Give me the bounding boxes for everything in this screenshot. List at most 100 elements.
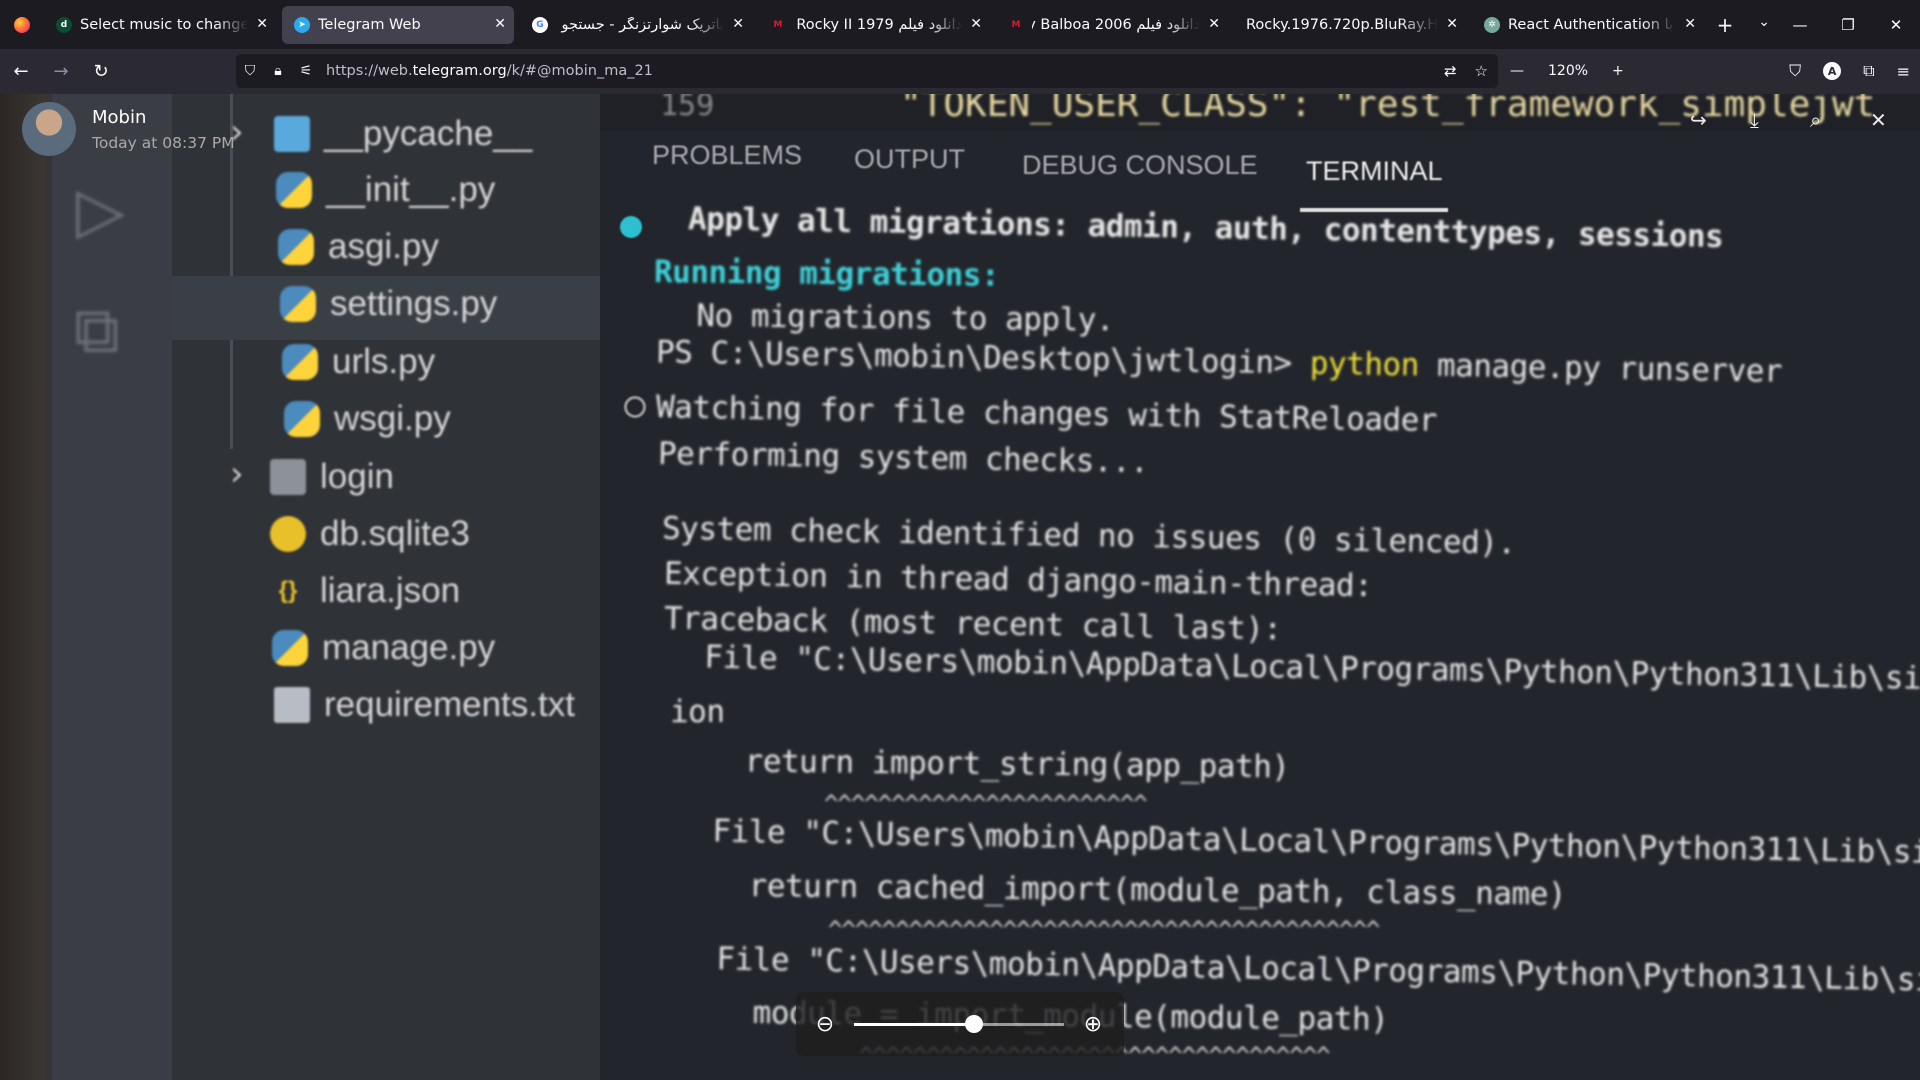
message-time: Today at 08:37 PM [92, 133, 235, 152]
line-number: 159 [660, 94, 715, 123]
json-file-icon: {} [278, 577, 298, 604]
terminal-args: manage.py runserver [1418, 347, 1783, 390]
tab-title: پاتریک شوارتزنگر - جستجو [561, 16, 724, 33]
lock-icon[interactable]: 🔒︎ [264, 63, 292, 79]
tab-google-search[interactable]: G پاتریک شوارتزنگر - جستجو ✕ [520, 6, 752, 44]
tab-rocky-1976[interactable]: Rocky.1976.720p.BluRay.Har ✕ [1234, 6, 1466, 44]
zoom-in-icon[interactable]: ⊕ [1064, 1012, 1122, 1037]
app-menu-icon[interactable]: ≡ [1897, 62, 1910, 81]
tab-react-auth[interactable]: ✲ React Authentication با JWT ✕ [1472, 6, 1704, 44]
database-icon [270, 516, 306, 552]
telegram-icon: ➤ [294, 16, 310, 33]
tab-telegram-web[interactable]: ➤ Telegram Web ✕ [282, 5, 514, 44]
url-text[interactable]: https://web.telegram.org/k/#@mobin_ma_21 [326, 63, 653, 79]
run-debug-icon: ▷ [76, 174, 126, 248]
extensions-icon[interactable]: ⧉ [1863, 61, 1874, 81]
pocket-icon[interactable]: ⛉ [1789, 61, 1801, 81]
editor-code-line: 159 "TOKEN_USER_CLASS": "rest_framework_… [600, 94, 1920, 130]
close-tab-icon[interactable]: ✕ [732, 16, 744, 32]
address-bar[interactable]: ⛉ 🔒︎ ⚟ https://web.telegram.org/k/#@mobi… [236, 54, 1498, 88]
zoom-controls: — 120% + [1510, 54, 1624, 88]
site-icon: M [773, 19, 783, 30]
site-icon: M [1011, 19, 1021, 30]
tab-title: Rocky.1976.720p.BluRay.Har [1246, 16, 1438, 33]
close-tab-icon[interactable]: ✕ [970, 16, 982, 32]
explorer-item: db.sqlite3 [270, 514, 470, 554]
extensions-blocks-icon: ⧉ [74, 294, 120, 368]
avatar[interactable] [22, 102, 76, 156]
url-path: /k/#@mobin_ma_21 [506, 63, 653, 79]
permissions-icon[interactable]: ⚟ [292, 63, 320, 79]
command-running-marker [624, 396, 646, 418]
explorer-item: {} liara.json [270, 571, 460, 611]
sender-info[interactable]: Mobin Today at 08:37 PM [22, 102, 235, 156]
tab-title: Telegram Web [318, 16, 421, 33]
account-icon[interactable]: A [1823, 62, 1842, 80]
django-icon: d [56, 16, 72, 33]
tab-title: دانلود فیلم Rocky II 1979 [796, 16, 962, 33]
firefox-menu-icon[interactable] [0, 0, 44, 49]
back-icon[interactable]: ← [2, 56, 40, 88]
explorer-item-label: wsgi.py [334, 399, 451, 438]
navigation-toolbar: ← → ↻ ⛉ 🔒︎ ⚟ https://web.telegram.org/k/… [0, 49, 1920, 94]
zoom-slider-handle[interactable] [964, 1014, 983, 1033]
translate-icon[interactable]: ⇄ [1444, 62, 1457, 80]
zoom-in-button[interactable]: + [1612, 63, 1624, 79]
terminal-line: ^^^^^^^^^^^^^^^^^^^^^^^^^^^^^^^^^^^^^^^^… [680, 916, 1380, 944]
tab-output: OUTPUT [854, 144, 965, 174]
explorer-item: login [270, 457, 394, 497]
tracking-protection-icon[interactable]: ⛉ [236, 63, 264, 79]
zoom-out-button[interactable]: — [1510, 63, 1524, 79]
tab-django-admin[interactable]: d Select music to change | Djan ✕ [44, 6, 276, 44]
sender-name: Mobin [92, 106, 147, 128]
close-tab-icon[interactable]: ✕ [494, 16, 506, 32]
terminal-line: No migrations to apply. [659, 297, 1115, 339]
explorer-item-label: asgi.py [328, 227, 439, 266]
minimize-icon[interactable]: — [1776, 16, 1824, 34]
close-viewer-icon[interactable]: ✕ [1870, 108, 1887, 132]
close-tab-icon[interactable]: ✕ [1684, 16, 1696, 32]
tab-title: React Authentication با JWT [1508, 16, 1676, 33]
tab-rocky-balboa[interactable]: M دانلود فیلم Rocky Balboa 2006 ✕ [996, 6, 1228, 44]
explorer-item-label: urls.py [332, 342, 436, 381]
restore-icon[interactable]: ❐ [1824, 16, 1872, 34]
folder-icon [274, 116, 310, 152]
explorer-item: __pycache__ [274, 114, 532, 154]
tab-title: دانلود فیلم Rocky Balboa 2006 [1032, 16, 1200, 33]
list-all-tabs-icon[interactable]: ⌄ [1758, 14, 1770, 30]
forward-icon[interactable]: → [42, 56, 80, 88]
close-tab-icon[interactable]: ✕ [1208, 16, 1220, 32]
zoom-reset-button[interactable]: 120% [1540, 59, 1596, 83]
text-file-icon [274, 687, 310, 723]
explorer-item-label: __pycache__ [324, 114, 533, 153]
terminal-line: ion [670, 694, 725, 730]
tab-title: Select music to change | Djan [80, 16, 248, 33]
command-success-marker [620, 216, 642, 238]
explorer-item: urls.py [282, 342, 435, 382]
zoom-icon[interactable]: ⌕ [1810, 108, 1821, 132]
python-file-icon [278, 229, 314, 265]
forward-icon[interactable]: ↪ [1690, 108, 1707, 132]
python-file-icon [272, 630, 308, 666]
explorer-item: manage.py [272, 628, 495, 668]
explorer-item: settings.py [280, 284, 497, 324]
download-icon[interactable]: ⤓ [1750, 108, 1759, 132]
terminal-command: python [1309, 345, 1420, 384]
explorer-item-label: requirements.txt [324, 685, 575, 724]
tab-strip: d Select music to change | Djan ✕ ➤ Tele… [0, 0, 1920, 49]
reload-icon[interactable]: ↻ [82, 56, 120, 88]
chatgpt-icon: ✲ [1484, 16, 1500, 33]
close-window-icon[interactable]: ✕ [1872, 16, 1920, 34]
bookmark-star-icon[interactable]: ☆ [1475, 62, 1488, 80]
code-line: "TOKEN_USER_CLASS": "rest_framework_simp… [900, 94, 1876, 125]
close-tab-icon[interactable]: ✕ [256, 16, 268, 32]
close-tab-icon[interactable]: ✕ [1446, 16, 1458, 32]
new-tab-button[interactable]: + [1710, 13, 1740, 37]
url-host: telegram.org [412, 63, 507, 79]
terminal-line: return import_string(app_path) [671, 742, 1290, 786]
zoom-slider-track[interactable] [854, 1014, 1064, 1033]
python-file-icon [284, 401, 320, 437]
media-viewer: ▷ ⧉ › › __pycache__ __init__.py asgi.py … [0, 94, 1920, 1080]
tab-rocky-ii[interactable]: M دانلود فیلم Rocky II 1979 ✕ [758, 6, 990, 44]
zoom-out-icon[interactable]: ⊖ [796, 1012, 854, 1037]
